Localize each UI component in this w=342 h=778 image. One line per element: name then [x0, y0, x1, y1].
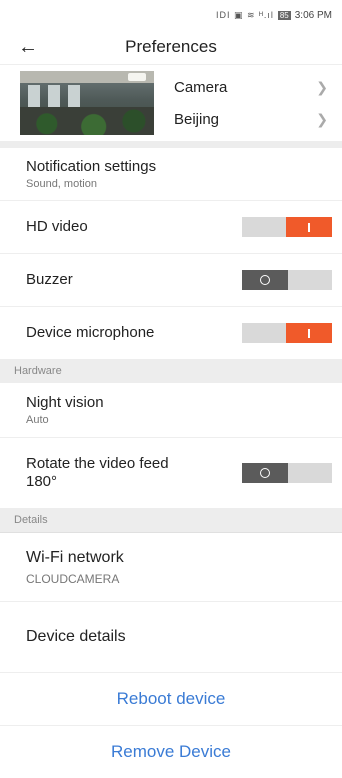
notification-settings-row[interactable]: Notification settings Sound, motion [0, 148, 342, 201]
details-section-header: Details [0, 508, 342, 532]
microphone-row: Device microphone [0, 307, 342, 359]
reboot-device-button[interactable]: Reboot device [0, 673, 342, 726]
camera-name-row[interactable]: Camera ❯ [174, 71, 342, 103]
buzzer-row: Buzzer [0, 254, 342, 307]
remove-device-button[interactable]: Remove Device [0, 726, 342, 778]
camera-thumbnail[interactable] [20, 71, 154, 135]
chevron-right-icon: ❯ [316, 110, 328, 127]
night-vision-row[interactable]: Night vision Auto [0, 383, 342, 438]
camera-location-row[interactable]: Beijing ❯ [174, 103, 342, 135]
wifi-network-row[interactable]: Wi-Fi network CLOUDCAMERA [0, 532, 342, 602]
hd-video-label: HD video [26, 218, 88, 235]
camera-location: Beijing [174, 110, 220, 128]
hardware-section-header: Hardware [0, 359, 342, 383]
device-details-label: Device details [26, 628, 126, 645]
page-title: Preferences [125, 37, 217, 56]
section-divider [0, 141, 342, 148]
night-vision-label: Night vision [26, 394, 104, 411]
back-button[interactable]: ← [8, 30, 48, 64]
buzzer-toggle[interactable] [242, 270, 332, 290]
notification-settings-value: Sound, motion [26, 178, 97, 190]
night-vision-value: Auto [26, 414, 49, 426]
status-bar: IDI ▣ ≋ ᴴ.ıl 85 3:06 PM [0, 0, 342, 30]
hd-video-row: HD video [0, 201, 342, 254]
camera-meta: Camera ❯ Beijing ❯ [154, 71, 342, 135]
buzzer-label: Buzzer [26, 271, 73, 288]
wifi-network-value: CLOUDCAMERA [26, 571, 120, 586]
rotate-label-line1: Rotate the video feed [26, 455, 169, 472]
hd-video-toggle[interactable] [242, 217, 332, 237]
battery-level: 85 [277, 10, 291, 20]
status-time: 3:06 PM [294, 9, 332, 21]
wifi-network-label: Wi-Fi network [26, 548, 124, 566]
arrow-left-icon: ← [18, 35, 38, 58]
microphone-toggle[interactable] [242, 323, 332, 343]
device-details-row[interactable]: Device details [0, 602, 342, 673]
chevron-right-icon: ❯ [316, 78, 328, 95]
notification-settings-label: Notification settings [26, 158, 157, 175]
microphone-label: Device microphone [26, 324, 155, 341]
camera-name: Camera [174, 78, 228, 96]
rotate-toggle[interactable] [242, 463, 332, 483]
rotate-label-line2: 180° [26, 473, 58, 490]
app-bar: ← Preferences [0, 30, 342, 64]
rotate-row: Rotate the video feed 180° [0, 438, 342, 508]
status-icons: IDI ▣ ≋ ᴴ.ıl [215, 9, 274, 20]
camera-card: Camera ❯ Beijing ❯ [0, 64, 342, 141]
